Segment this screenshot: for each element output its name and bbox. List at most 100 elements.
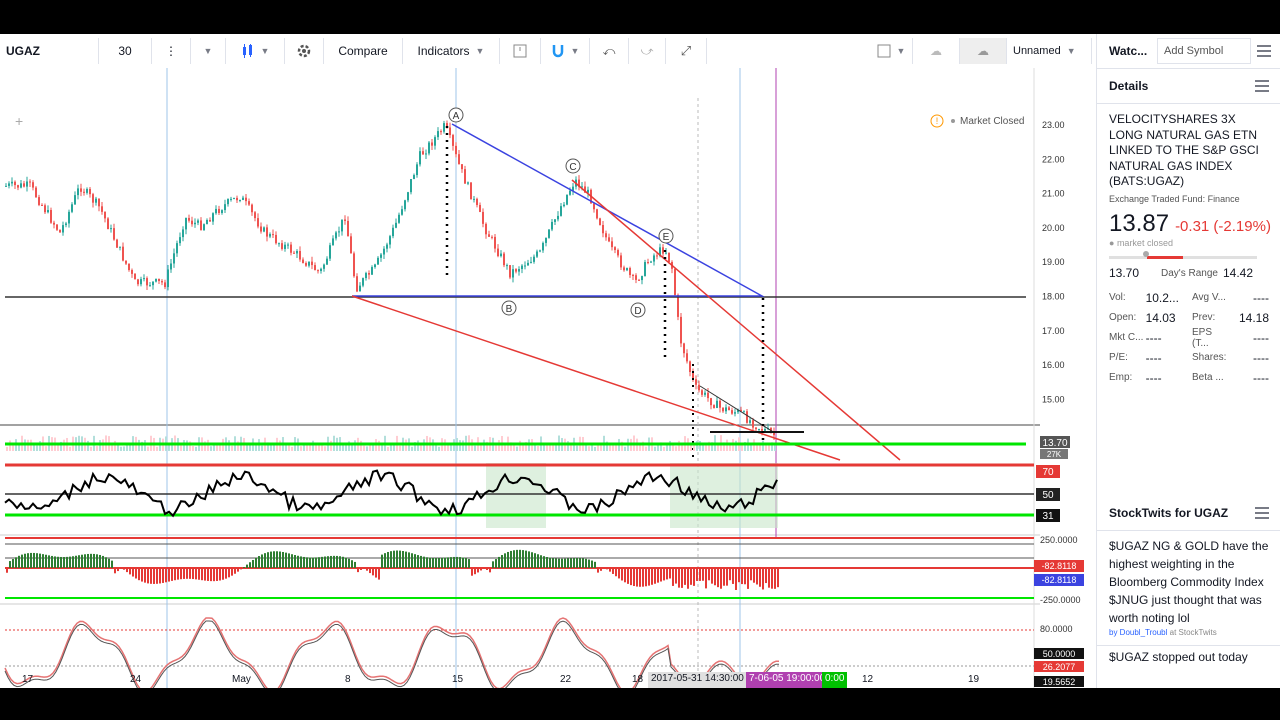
candle-body xyxy=(323,264,325,269)
candle-body xyxy=(44,205,46,213)
candle-body xyxy=(353,253,355,277)
alert-icon[interactable] xyxy=(500,38,541,64)
red-trendline-upper[interactable] xyxy=(571,179,901,461)
macd-bar xyxy=(63,557,65,568)
macd-bar xyxy=(318,557,320,568)
stoch-tick-80: 80.0000 xyxy=(1040,624,1073,634)
stoch-tick-26: 26.2077 xyxy=(1043,662,1076,672)
candle-body xyxy=(512,269,514,278)
macd-bar xyxy=(468,559,470,568)
macd-bar xyxy=(714,568,716,586)
candle-body xyxy=(359,285,361,292)
candle-body xyxy=(461,164,463,170)
more-dots-icon[interactable]: ⋮ xyxy=(152,38,191,64)
candle-body xyxy=(467,182,469,184)
candle-body xyxy=(59,229,61,233)
time-axis[interactable]: 17 24 May 8 15 22 18 2017-05-31 14:30:00… xyxy=(0,672,1040,688)
candle-body xyxy=(314,265,316,271)
candle-body xyxy=(17,185,19,188)
candle-body xyxy=(128,263,130,271)
watchlist-tab[interactable]: Watc... xyxy=(1097,44,1157,58)
message-author[interactable]: by Doubl_Troubl xyxy=(1109,628,1167,637)
add-symbol-input[interactable]: Add Symbol xyxy=(1157,38,1251,64)
blue-triangle-drawing[interactable] xyxy=(352,123,765,297)
macd-bar xyxy=(453,556,455,568)
candle-body xyxy=(62,225,64,233)
red-trendline-lower[interactable] xyxy=(351,295,841,461)
candle-body xyxy=(311,261,313,266)
volume-bar xyxy=(693,444,695,451)
macd-bar xyxy=(447,557,449,568)
macd-bar xyxy=(171,568,173,581)
macd-bar xyxy=(375,568,377,578)
candle-body xyxy=(164,282,166,288)
candle-body xyxy=(743,411,745,413)
screen: UGAZ 30 ⋮ ▼ ▼ Compare Indicators ▼ ▼ ⤺ ⤻ xyxy=(0,34,1280,688)
candle-body xyxy=(221,210,223,213)
macd-bar xyxy=(411,553,413,568)
candle-body xyxy=(266,227,268,237)
stocktwits-message-2[interactable]: $UGAZ stopped out today xyxy=(1097,645,1280,668)
volume-bar xyxy=(474,445,476,451)
volume-bar xyxy=(186,440,188,451)
message-source[interactable]: at StockTwits xyxy=(1170,628,1217,637)
candle-body xyxy=(329,245,331,259)
interval-select[interactable]: 30 xyxy=(99,38,152,64)
wave-label-c[interactable]: C xyxy=(565,158,581,174)
settings-gear-icon[interactable] xyxy=(285,38,324,64)
macd-bar xyxy=(60,556,62,568)
redo-icon[interactable]: ⤻ xyxy=(629,38,666,64)
candle-body xyxy=(380,254,382,258)
candles-style-button[interactable]: ▼ xyxy=(226,38,285,64)
macd-bar xyxy=(756,568,758,585)
compare-button[interactable]: Compare xyxy=(324,38,403,64)
candle-body xyxy=(761,428,763,431)
layout-select[interactable]: ▼ xyxy=(870,38,913,64)
plus-icon[interactable]: + xyxy=(15,113,23,129)
candle-body xyxy=(47,209,49,213)
wave-label-e[interactable]: E xyxy=(658,228,674,244)
macd-bar xyxy=(435,558,437,568)
macd-bar xyxy=(57,556,59,568)
wave-label-a[interactable]: A xyxy=(448,107,464,123)
undo-icon[interactable]: ⤺ xyxy=(590,38,629,64)
fullscreen-icon[interactable]: ⤢ xyxy=(666,38,707,64)
candle-body xyxy=(473,198,475,200)
volume-bar xyxy=(498,440,500,451)
macd-bar xyxy=(84,554,86,568)
price-axis[interactable]: 23.00 22.00 21.00 20.00 19.00 18.00 17.00 16.00… xyxy=(1042,120,1065,404)
magnet-button[interactable]: ▼ xyxy=(541,38,590,64)
volume-bar xyxy=(192,445,194,451)
candle-body xyxy=(290,244,292,253)
candle-body xyxy=(428,142,430,154)
wave-label-d[interactable]: D xyxy=(630,302,646,318)
watchlist-menu-icon[interactable] xyxy=(1257,45,1271,57)
macd-bar xyxy=(48,555,50,568)
details-menu-icon[interactable] xyxy=(1255,80,1269,92)
symbol-search[interactable]: UGAZ xyxy=(0,38,99,64)
stocktwits-menu-icon[interactable] xyxy=(1255,507,1269,519)
macd-bar xyxy=(198,568,200,580)
chart-area[interactable]: A B C D E ! Market Closed + 23.00 22.00 21… xyxy=(0,68,1092,688)
indicators-button[interactable]: Indicators ▼ xyxy=(403,38,500,64)
macd-bar xyxy=(207,568,209,581)
candle-body xyxy=(425,153,427,155)
layout-name-button[interactable]: Unnamed ▼ xyxy=(1007,38,1092,64)
x-tick: May xyxy=(232,674,251,685)
emp-label: Emp: xyxy=(1109,372,1133,383)
macd-bar xyxy=(633,568,635,587)
macd-bar xyxy=(36,553,38,568)
macd-bar xyxy=(486,568,488,570)
interval-caret-icon[interactable]: ▼ xyxy=(191,38,226,64)
macd-bar xyxy=(96,554,98,568)
stocktwits-message[interactable]: $UGAZ NG & GOLD have the highest weighti… xyxy=(1097,531,1280,645)
chart-svg[interactable]: A B C D E ! Market Closed + 23.00 22.00 21… xyxy=(0,68,1092,688)
macd-bar xyxy=(219,568,221,581)
macd-bar xyxy=(663,568,665,581)
cloud-save-icon[interactable]: ☁ xyxy=(960,38,1007,64)
wave-label-b[interactable]: B xyxy=(501,300,517,316)
cloud-load-icon[interactable]: ☁ xyxy=(913,38,960,64)
macd-bar xyxy=(612,568,614,574)
macd-bar xyxy=(585,558,587,568)
volume-bar xyxy=(537,446,539,451)
